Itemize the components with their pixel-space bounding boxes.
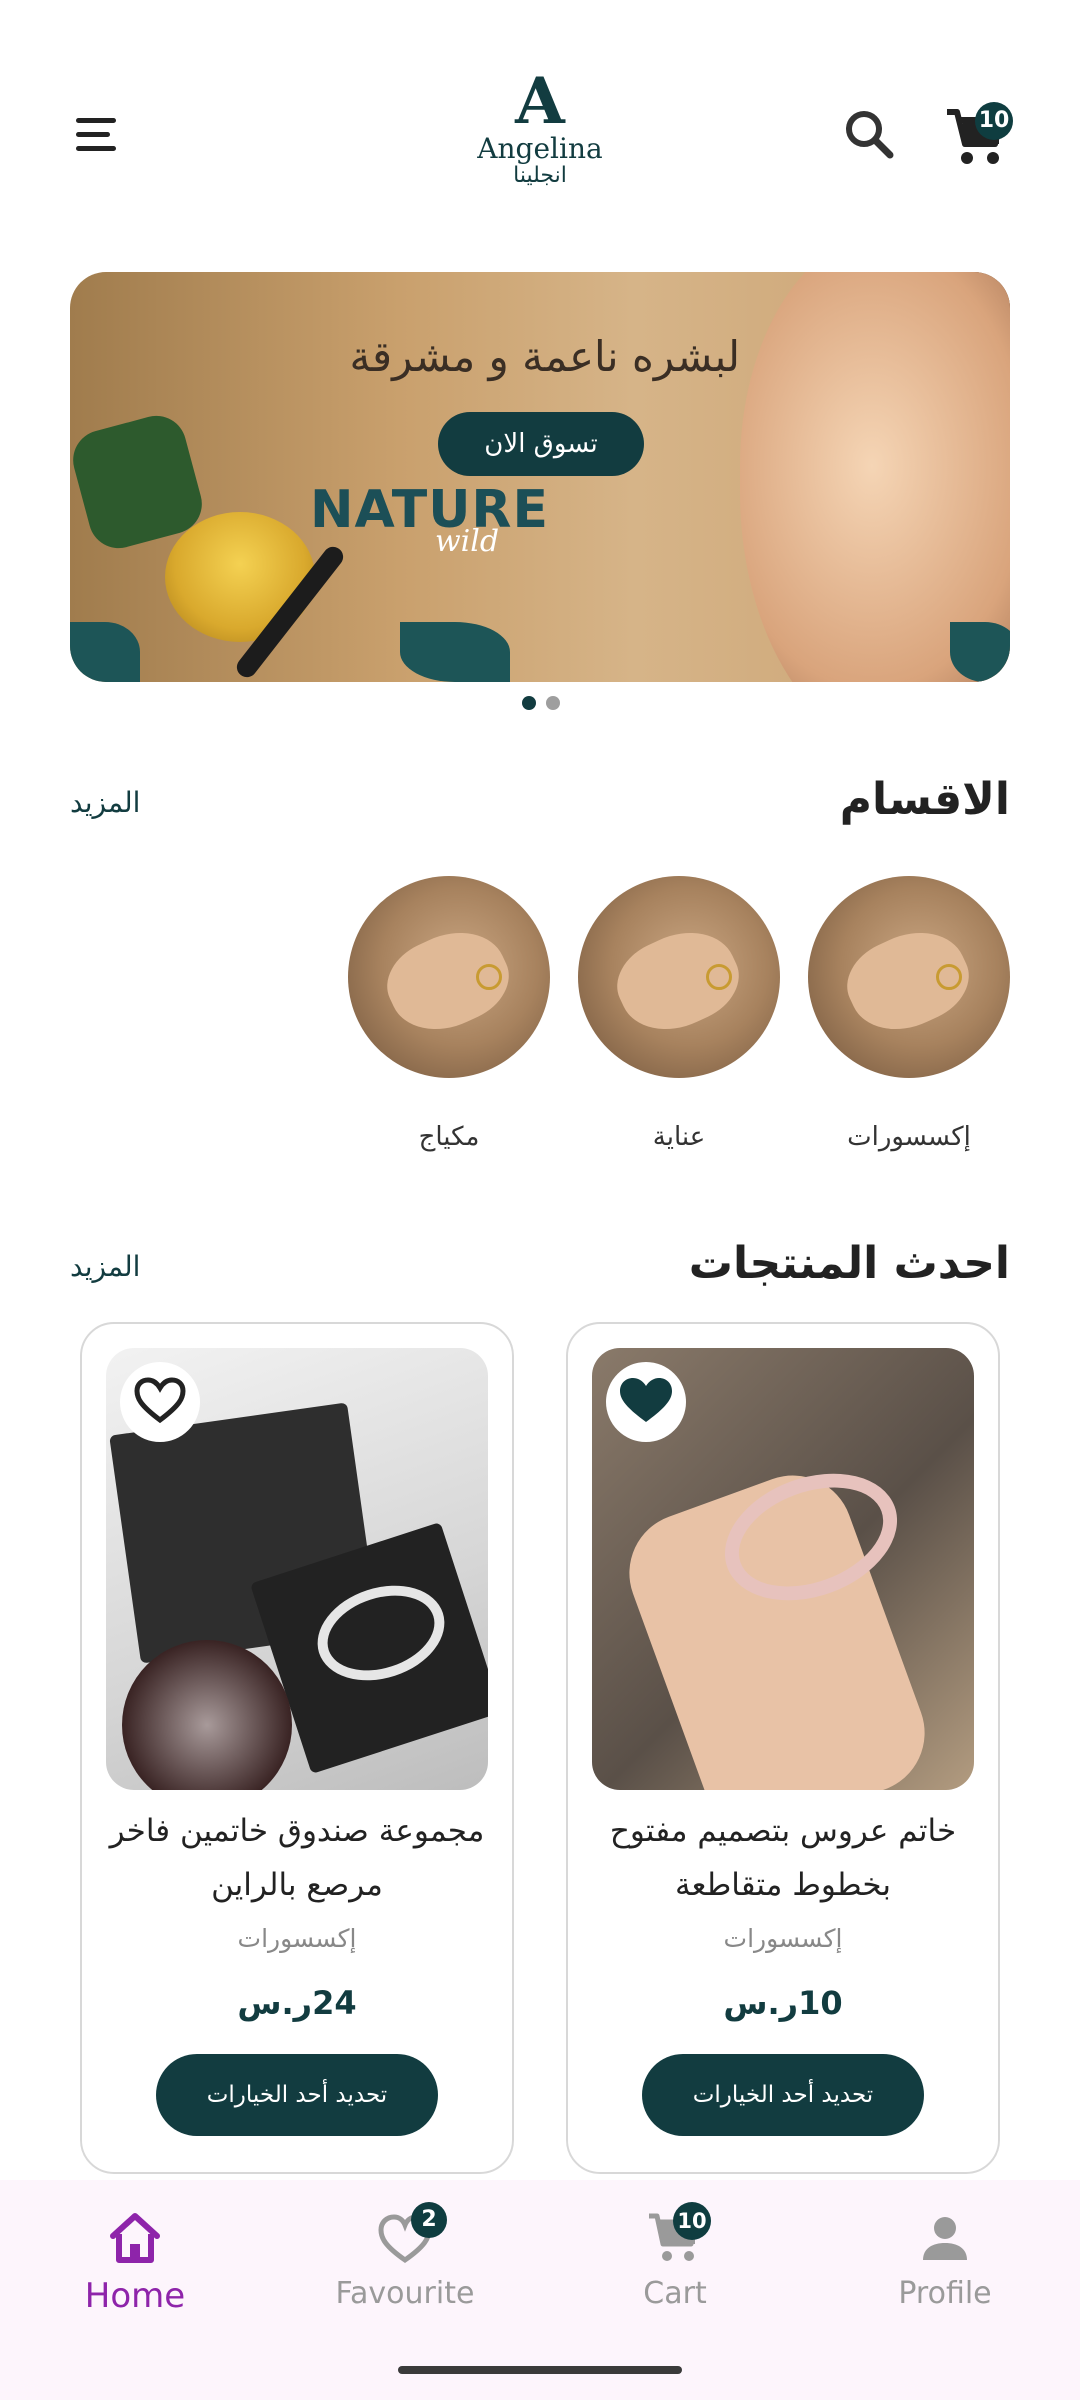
product-card[interactable]: مجموعة صندوق خاتمين فاخر مرصع بالراين إك… (80, 1322, 514, 2174)
banner-leaf-decoration (400, 622, 510, 682)
favourite-toggle[interactable] (120, 1362, 200, 1442)
category-image (348, 876, 550, 1078)
category-item[interactable]: مكياج (348, 876, 550, 1152)
heart-outline-icon (134, 1377, 186, 1424)
select-options-button[interactable]: تحديد أحد الخيارات (156, 2054, 438, 2136)
category-label: إكسسورات (847, 1122, 971, 1152)
logo-text-ar: انجلينا (513, 163, 567, 188)
product-name[interactable]: خاتم عروس بتصميم مفتوح بخطوط متقاطعة (588, 1804, 978, 1912)
nav-cart-label: Cart (643, 2276, 707, 2311)
product-card[interactable]: خاتم عروس بتصميم مفتوح بخطوط متقاطعة إكس… (566, 1322, 1000, 2174)
nav-favourite[interactable]: 2 Favourite (305, 2202, 505, 2311)
categories-title: الاقسام (839, 774, 1010, 825)
system-gesture-bar[interactable] (398, 2366, 682, 2374)
product-price: 10ر.س (723, 1984, 843, 2022)
menu-icon-line (76, 118, 116, 123)
category-image (808, 876, 1010, 1078)
nav-cart[interactable]: 10 Cart (575, 2202, 775, 2311)
nav-favourite-label: Favourite (335, 2276, 475, 2311)
nav-home[interactable]: Home (35, 2208, 235, 2316)
favourite-count-badge: 2 (411, 2202, 447, 2238)
banner-dot-active[interactable] (522, 696, 536, 710)
banner-model-face (740, 272, 1010, 682)
heart-filled-icon (620, 1378, 672, 1422)
category-label: عناية (652, 1122, 706, 1152)
category-item[interactable]: إكسسورات (808, 876, 1010, 1152)
search-button[interactable] (840, 105, 900, 165)
search-icon (846, 111, 894, 159)
banner-title: لبشره ناعمة و مشرقة (349, 332, 740, 381)
cart-count-badge: 10 (975, 102, 1013, 140)
menu-button[interactable] (70, 110, 130, 162)
banner-dot[interactable] (546, 696, 560, 710)
banner-brand-word: NATURE (310, 480, 549, 540)
banner-shop-now-button[interactable]: تسوق الان (438, 412, 644, 476)
latest-products-more-link[interactable]: المزيد (70, 1250, 140, 1283)
latest-products-title: احدث المنتجات (688, 1238, 1010, 1289)
home-icon (110, 2213, 160, 2263)
favourite-toggle[interactable] (606, 1362, 686, 1442)
product-name[interactable]: مجموعة صندوق خاتمين فاخر مرصع بالراين (102, 1804, 492, 1912)
product-image (106, 1348, 488, 1790)
nav-profile[interactable]: Profile (845, 2208, 1045, 2311)
app-logo: A Angelina انجلينا (470, 70, 610, 200)
logo-mark: A (515, 64, 565, 139)
nav-profile-label: Profile (898, 2276, 992, 2311)
promo-banner[interactable]: لبشره ناعمة و مشرقة تسوق الان NATURE wil… (70, 272, 1010, 682)
category-image (578, 876, 780, 1078)
menu-icon-line (76, 146, 116, 151)
nav-home-label: Home (84, 2276, 186, 2316)
product-image (592, 1348, 974, 1790)
product-image-inset (122, 1640, 292, 1790)
categories-more-link[interactable]: المزيد (70, 786, 140, 819)
product-price: 24ر.س (237, 1984, 357, 2022)
product-category: إكسسورات (237, 1924, 357, 1953)
category-label: مكياج (418, 1122, 480, 1152)
banner-pagination (516, 696, 566, 712)
product-category: إكسسورات (723, 1924, 843, 1953)
category-item[interactable]: عناية (578, 876, 780, 1152)
banner-brand-sub: wild (435, 524, 500, 559)
logo-text-en: Angelina (477, 132, 603, 165)
header-cart-button[interactable]: 10 (945, 100, 1015, 170)
cart-count-badge: 10 (673, 2202, 711, 2240)
menu-icon-line (76, 132, 110, 137)
banner-leaf-decoration (70, 622, 140, 682)
person-icon (923, 2217, 967, 2260)
select-options-button[interactable]: تحديد أحد الخيارات (642, 2054, 924, 2136)
